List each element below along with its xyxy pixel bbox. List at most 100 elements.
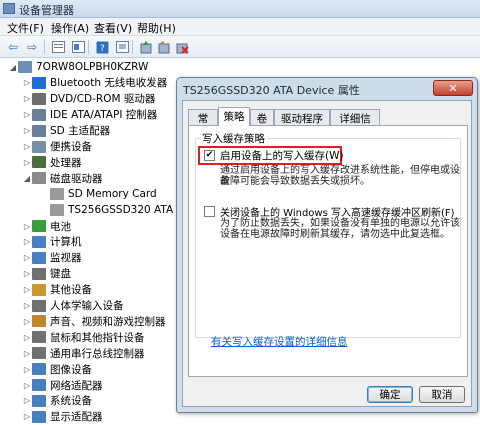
expand-arrow-icon[interactable]: ▷	[22, 396, 32, 405]
window-titlebar: 设备管理器	[0, 0, 480, 18]
enable-write-cache-label[interactable]: 启用设备上的写入缓存(W)	[220, 148, 344, 163]
tree-item-label: SD 主适配器	[50, 125, 111, 138]
write-cache-info-link[interactable]: 有关写入缓存设置的详细信息	[211, 334, 348, 349]
tab-strip: 常规 策略 卷 驱动程序 详细信息	[188, 107, 470, 140]
toolbar-separator	[132, 40, 133, 54]
tree-category-item[interactable]: ▷ 电池	[22, 218, 71, 234]
show-hidden-icon[interactable]	[114, 39, 130, 55]
disable-flush-checkbox[interactable]	[204, 206, 215, 217]
rollback-icon[interactable]	[156, 39, 172, 55]
expand-arrow-icon[interactable]: ▷	[22, 285, 32, 294]
device-category-icon	[32, 394, 46, 407]
device-category-icon	[32, 156, 46, 169]
device-category-icon	[32, 172, 46, 185]
tree-item-label: 其他设备	[50, 284, 92, 297]
ok-button[interactable]: 确定	[367, 386, 413, 403]
tab-driver[interactable]: 驱动程序	[274, 109, 330, 125]
tree-category-item[interactable]: ▷ 系统设备	[22, 393, 92, 409]
tree-category-item[interactable]: ▷ 通用串行总线控制器	[22, 345, 145, 361]
tree-category-item[interactable]: ▷ IDE ATA/ATAPI 控制器	[22, 107, 157, 123]
tree-category-item[interactable]: ▷ 网络适配器	[22, 377, 103, 393]
tree-category-item[interactable]: ▷ 其他设备	[22, 282, 92, 298]
expand-arrow-icon[interactable]: ▷	[22, 142, 32, 151]
tab-policies[interactable]: 策略	[218, 107, 250, 126]
svg-text:?: ?	[100, 44, 105, 54]
help-icon[interactable]: ?	[94, 39, 110, 55]
uninstall-icon[interactable]	[174, 39, 190, 55]
device-category-icon	[32, 220, 46, 232]
tab-general[interactable]: 常规	[188, 109, 218, 140]
expand-arrow-icon[interactable]: ▷	[22, 110, 32, 119]
tab-volumes[interactable]: 卷	[250, 109, 274, 125]
expand-arrow-icon[interactable]: ▷	[22, 269, 32, 278]
tree-item-label: 监视器	[50, 252, 82, 265]
window-title: 设备管理器	[19, 4, 74, 17]
tree-root-label: 7ORW8OLPBH0KZRW	[36, 61, 149, 73]
expand-arrow-icon[interactable]: ▷	[22, 381, 32, 390]
enable-write-cache-checkbox[interactable]: ✔	[204, 150, 215, 161]
tree-category-item[interactable]: ▷ 便携设备	[22, 139, 92, 155]
expand-arrow-icon[interactable]: ▷	[22, 253, 32, 262]
tree-item-label: 声音、视频和游戏控制器	[50, 315, 166, 328]
tree-category-item[interactable]: ▷ SD 主适配器	[22, 123, 110, 139]
cancel-button[interactable]: 取消	[419, 386, 465, 403]
tree-item-label: 计算机	[50, 236, 82, 249]
expand-arrow-icon[interactable]: ▷	[22, 237, 32, 246]
menu-help[interactable]: 帮助(H)	[134, 20, 179, 36]
expand-arrow-icon[interactable]: ▷	[22, 94, 32, 103]
close-icon[interactable]: ✕	[433, 80, 473, 96]
expand-arrow-icon[interactable]: ▷	[22, 301, 32, 310]
tree-category-item[interactable]: ▷ 键盘	[22, 266, 71, 282]
menu-view[interactable]: 查看(V)	[91, 20, 135, 36]
tree-category-item[interactable]: ▷ 图像设备	[22, 361, 92, 377]
expand-arrow-icon[interactable]: ▷	[22, 349, 32, 358]
tree-category-item[interactable]: ▷ 监视器	[22, 250, 82, 266]
disable-flush-label[interactable]: 关闭设备上的 Windows 写入高速缓存缓冲区刷新(F)	[220, 204, 455, 219]
expand-arrow-icon[interactable]: ▷	[22, 333, 32, 342]
tree-category-item[interactable]: ▷ 鼠标和其他指针设备	[22, 329, 145, 345]
back-arrow-icon[interactable]: ⇦	[5, 39, 21, 55]
tree-item-label: 键盘	[50, 268, 71, 281]
tree-view-icon[interactable]	[50, 39, 66, 55]
menu-bar: 文件(F) 操作(A) 查看(V) 帮助(H)	[0, 18, 480, 36]
expand-arrow-icon[interactable]: ▷	[22, 365, 32, 374]
device-manager-icon	[3, 3, 15, 14]
tree-category-item[interactable]: ▷ 人体学输入设备	[22, 298, 124, 314]
device-category-icon	[32, 379, 46, 391]
device-category-icon	[32, 347, 46, 360]
collapse-arrow-icon[interactable]: ◢	[22, 174, 32, 183]
expand-arrow-icon[interactable]: ▷	[22, 222, 32, 231]
tree-category-item[interactable]: ▷ 声音、视频和游戏控制器	[22, 313, 166, 329]
group-title: 写入缓存策略	[200, 131, 267, 146]
properties-icon[interactable]	[70, 39, 86, 55]
toolbar: ⇦ ⇨ ?	[0, 36, 480, 58]
expand-arrow-icon[interactable]: ▷	[22, 126, 32, 135]
menu-file[interactable]: 文件(F)	[4, 20, 47, 36]
tree-category-item[interactable]: ▷ Bluetooth 无线电收发器	[22, 75, 167, 91]
update-driver-icon[interactable]	[138, 39, 154, 55]
properties-dialog: TS256GSSD320 ATA Device 属性 ✕ 常规 策略 卷 驱动程…	[176, 77, 478, 413]
computer-icon	[18, 61, 32, 73]
tree-item-label: 通用串行总线控制器	[50, 347, 145, 360]
tree-category-item[interactable]: ▷ 计算机	[22, 234, 82, 250]
tab-details[interactable]: 详细信息	[330, 109, 380, 140]
tree-item-label: 电池	[50, 220, 71, 233]
tree-item-label: 网络适配器	[50, 379, 103, 392]
tree-category-item[interactable]: ▷ DVD/CD-ROM 驱动器	[22, 91, 155, 107]
tree-item-label: IDE ATA/ATAPI 控制器	[50, 109, 158, 122]
device-category-icon	[32, 363, 46, 376]
tree-category-item[interactable]: ◢ 磁盘驱动器	[22, 170, 103, 186]
expand-arrow-icon[interactable]: ▷	[22, 317, 32, 326]
tree-item-label: 人体学输入设备	[50, 300, 124, 312]
tree-item-label: 图像设备	[50, 363, 92, 376]
disable-flush-desc-2: 设备在电源故障时刷新其缓存，请勿选中此复选框。	[220, 229, 450, 240]
forward-arrow-icon[interactable]: ⇨	[24, 39, 40, 55]
expand-arrow-icon[interactable]: ▷	[22, 158, 32, 167]
tree-root[interactable]: ◢ 7ORW8OLPBH0KZRW	[8, 59, 148, 75]
tree-category-item[interactable]: ▷ 处理器	[22, 154, 82, 170]
dialog-title: TS256GSSD320 ATA Device 属性	[183, 84, 360, 97]
tree-child-item[interactable]: SD Memory Card	[50, 186, 157, 202]
menu-action[interactable]: 操作(A)	[48, 20, 92, 36]
expand-arrow-icon[interactable]: ▷	[22, 78, 32, 87]
collapse-arrow-icon[interactable]: ◢	[8, 63, 18, 72]
